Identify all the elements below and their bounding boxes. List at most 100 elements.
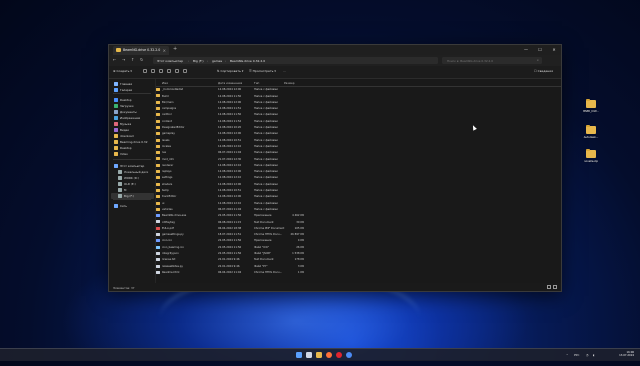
column-name[interactable]: Имя xyxy=(162,81,168,85)
column-type[interactable]: Тип xyxy=(254,81,259,85)
delete-icon[interactable] xyxy=(183,69,187,73)
more-button[interactable]: ··· xyxy=(283,69,286,73)
clock[interactable]: 16:06 13.07.2024 xyxy=(619,351,634,358)
breadcrumb-this-pc[interactable]: Этот компьютер xyxy=(157,59,183,63)
volume-icon[interactable]: ◖ xyxy=(593,353,594,357)
title-bar[interactable]: BeamNG.drive 0.32.2.0 × + — ☐ ✕ xyxy=(109,45,561,55)
folder-icon xyxy=(156,94,160,98)
sidebar-item-label: Галерея xyxy=(120,88,133,93)
file-row[interactable]: icon.ico 22.05.2024 11:56 Приложение 4 КБ xyxy=(156,238,561,244)
sidebar-item-label: Сеть xyxy=(120,204,127,209)
file-date: 06.04.2022 11:04 xyxy=(218,270,242,274)
column-size[interactable]: Размер xyxy=(284,81,295,85)
file-row[interactable]: vehicles 06.07.2024 11:04 Папка с файлами xyxy=(156,207,561,213)
file-type: Папка с файлами xyxy=(254,113,278,117)
folder-icon xyxy=(156,144,160,148)
file-date: 12.08.2024 12:00 xyxy=(218,170,242,174)
folder-icon xyxy=(114,140,118,144)
search-icon[interactable] xyxy=(306,352,312,358)
back-button[interactable]: ← xyxy=(113,57,116,62)
up-button[interactable]: ↑ xyxy=(131,57,134,62)
file-row[interactable]: locales 12.08.2024 12:10 Папка с файлами xyxy=(156,144,561,150)
file-date: 12.08.2024 12:00 xyxy=(218,132,242,136)
file-row[interactable]: mod_info 21.07.2024 12:30 Папка с файлами xyxy=(156,156,561,162)
file-row[interactable]: icon_beamng.ico 22.05.2024 11:56 Файл "ICO… xyxy=(156,245,561,251)
file-row[interactable]: EULA.pdf 06.04.2022 18:38 Chrome PDF Docum… xyxy=(156,226,561,232)
file-row[interactable]: _CommonRedist 12.08.2024 12:00 Папка с фай… xyxy=(156,87,561,93)
desktop-icon[interactable]: Autodesk... xyxy=(580,124,602,139)
file-row[interactable]: trackEditor 12.08.2024 12:00 Папка с файла… xyxy=(156,194,561,200)
details-button[interactable]: ☐ Сведения xyxy=(534,69,553,73)
breadcrumb-separator: › xyxy=(207,58,209,63)
details-label: Сведения xyxy=(537,69,554,73)
file-explorer-icon[interactable] xyxy=(316,352,322,358)
refresh-button[interactable]: ↻ xyxy=(140,57,143,62)
file-row[interactable]: gameplay 12.08.2024 12:00 Папка с файлами xyxy=(156,131,561,137)
file-row[interactable]: content 12.08.2024 11:52 Папка с файлами xyxy=(156,119,561,125)
breadcrumb[interactable]: Этот компьютер › Big (F:) › games › Beam… xyxy=(153,57,438,64)
file-row[interactable]: integrity.json 22.05.2024 11:56 Файл "JSON… xyxy=(156,251,561,257)
file-size: 105 КБ xyxy=(294,226,304,230)
file-row[interactable]: Build 12.08.2024 11:50 Папка с файлами xyxy=(156,93,561,99)
tiles-view-toggle[interactable] xyxy=(553,285,557,289)
file-row[interactable]: campaigns 12.08.2024 11:51 Папка с файлами xyxy=(156,106,561,112)
folder-icon xyxy=(156,188,160,192)
minimize-button[interactable]: — xyxy=(519,45,533,54)
share-icon[interactable] xyxy=(175,69,179,73)
search-input[interactable] xyxy=(447,57,537,64)
sort-button[interactable]: ⇅ Сортировать ▾ xyxy=(217,69,243,73)
new-tab-button[interactable]: + xyxy=(173,46,177,52)
file-row[interactable]: lua 06.07.2024 11:04 Папка с файлами xyxy=(156,150,561,156)
details-view-toggle[interactable] xyxy=(547,285,551,289)
file-date: 12.08.2024 12:00 xyxy=(218,100,242,104)
maximize-button[interactable]: ☐ xyxy=(533,45,547,54)
breadcrumb-games[interactable]: games xyxy=(212,59,222,63)
windows-start-icon[interactable] xyxy=(296,352,302,358)
file-row[interactable]: Bin/main 12.08.2024 12:00 Папка с файлами xyxy=(156,100,561,106)
cut-icon[interactable] xyxy=(143,69,147,73)
file-row[interactable]: Readme.html 06.04.2022 11:04 Chrome HTML D… xyxy=(156,270,561,276)
file-row[interactable]: releaseNotes.py 22.01.2024 9:46 Файл "PY" 3… xyxy=(156,263,561,269)
copy-icon[interactable] xyxy=(151,69,155,73)
file-row[interactable]: DesignatedEditor 12.08.2024 10:20 Папка с … xyxy=(156,125,561,131)
sidebar-item[interactable]: Video xyxy=(111,151,154,157)
sidebar-item[interactable]: Сеть xyxy=(111,203,154,209)
create-button[interactable]: ⊕ Создать ▾ xyxy=(113,69,132,73)
breadcrumb-drive[interactable]: Big (F:) xyxy=(193,59,204,63)
tray-overflow-icon[interactable]: ⌃ xyxy=(566,353,568,357)
close-button[interactable]: ✕ xyxy=(547,45,561,54)
file-type: Папка с файлами xyxy=(254,138,278,142)
desktop-icon[interactable]: novelle.zip xyxy=(580,148,602,163)
file-date: 12.08.2024 10:51 xyxy=(218,189,242,193)
file-row[interactable]: renderer 12.08.2024 12:10 Папка с файлами xyxy=(156,163,561,169)
file-row[interactable]: ui 12.08.2024 12:10 Папка с файлами xyxy=(156,200,561,206)
breadcrumb-current[interactable]: BeamNG.drive 0.32.2.0 xyxy=(230,59,265,63)
file-row[interactable]: cdPlaytag 06.08.2024 11:15 Text Document 30… xyxy=(156,219,561,225)
opera-icon[interactable] xyxy=(336,352,342,358)
firefox-icon[interactable] xyxy=(326,352,332,358)
network-icon[interactable]: ◔ xyxy=(586,353,588,357)
file-row[interactable]: license.txt 22.01.2024 9:46 Text Document 1… xyxy=(156,257,561,263)
forward-button[interactable]: → xyxy=(122,57,125,62)
file-row[interactable]: BeamNG.drive.exe 22.05.2024 11:56 Приложен… xyxy=(156,213,561,219)
sidebar-item-label: Загрузки xyxy=(120,104,134,109)
view-label: Просмотреть xyxy=(252,69,274,73)
column-date[interactable]: Дата изменения xyxy=(218,81,242,85)
language-indicator[interactable]: РУС xyxy=(574,353,579,357)
view-button[interactable]: ☰ Просмотреть ▾ xyxy=(249,69,276,73)
file-row[interactable]: settings 12.08.2024 12:10 Папка с файлами xyxy=(156,175,561,181)
file-name: settings xyxy=(162,176,173,180)
file-row[interactable]: replays 12.08.2024 12:00 Папка с файлами xyxy=(156,169,561,175)
rename-icon[interactable] xyxy=(167,69,171,73)
close-tab-icon[interactable]: × xyxy=(163,48,166,53)
window-tab[interactable]: BeamNG.drive 0.32.2.0 × xyxy=(113,46,169,55)
paste-icon[interactable] xyxy=(159,69,163,73)
file-row[interactable]: carPool 12.08.2024 11:50 Папка с файлами xyxy=(156,112,561,118)
chrome-icon[interactable] xyxy=(346,352,352,358)
file-row[interactable]: temp 12.08.2024 10:51 Папка с файлами xyxy=(156,188,561,194)
file-row[interactable]: gamesettings.py 18.07.2024 11:51 Chrome HT… xyxy=(156,232,561,238)
file-row[interactable]: levels 12.08.2024 10:51 Папка с файлами xyxy=(156,137,561,143)
gallery-icon xyxy=(114,88,118,92)
desktop-icon[interactable]: BSPD_ICW... xyxy=(580,98,602,113)
file-row[interactable]: shaders 12.08.2024 12:00 Папка с файлами xyxy=(156,182,561,188)
